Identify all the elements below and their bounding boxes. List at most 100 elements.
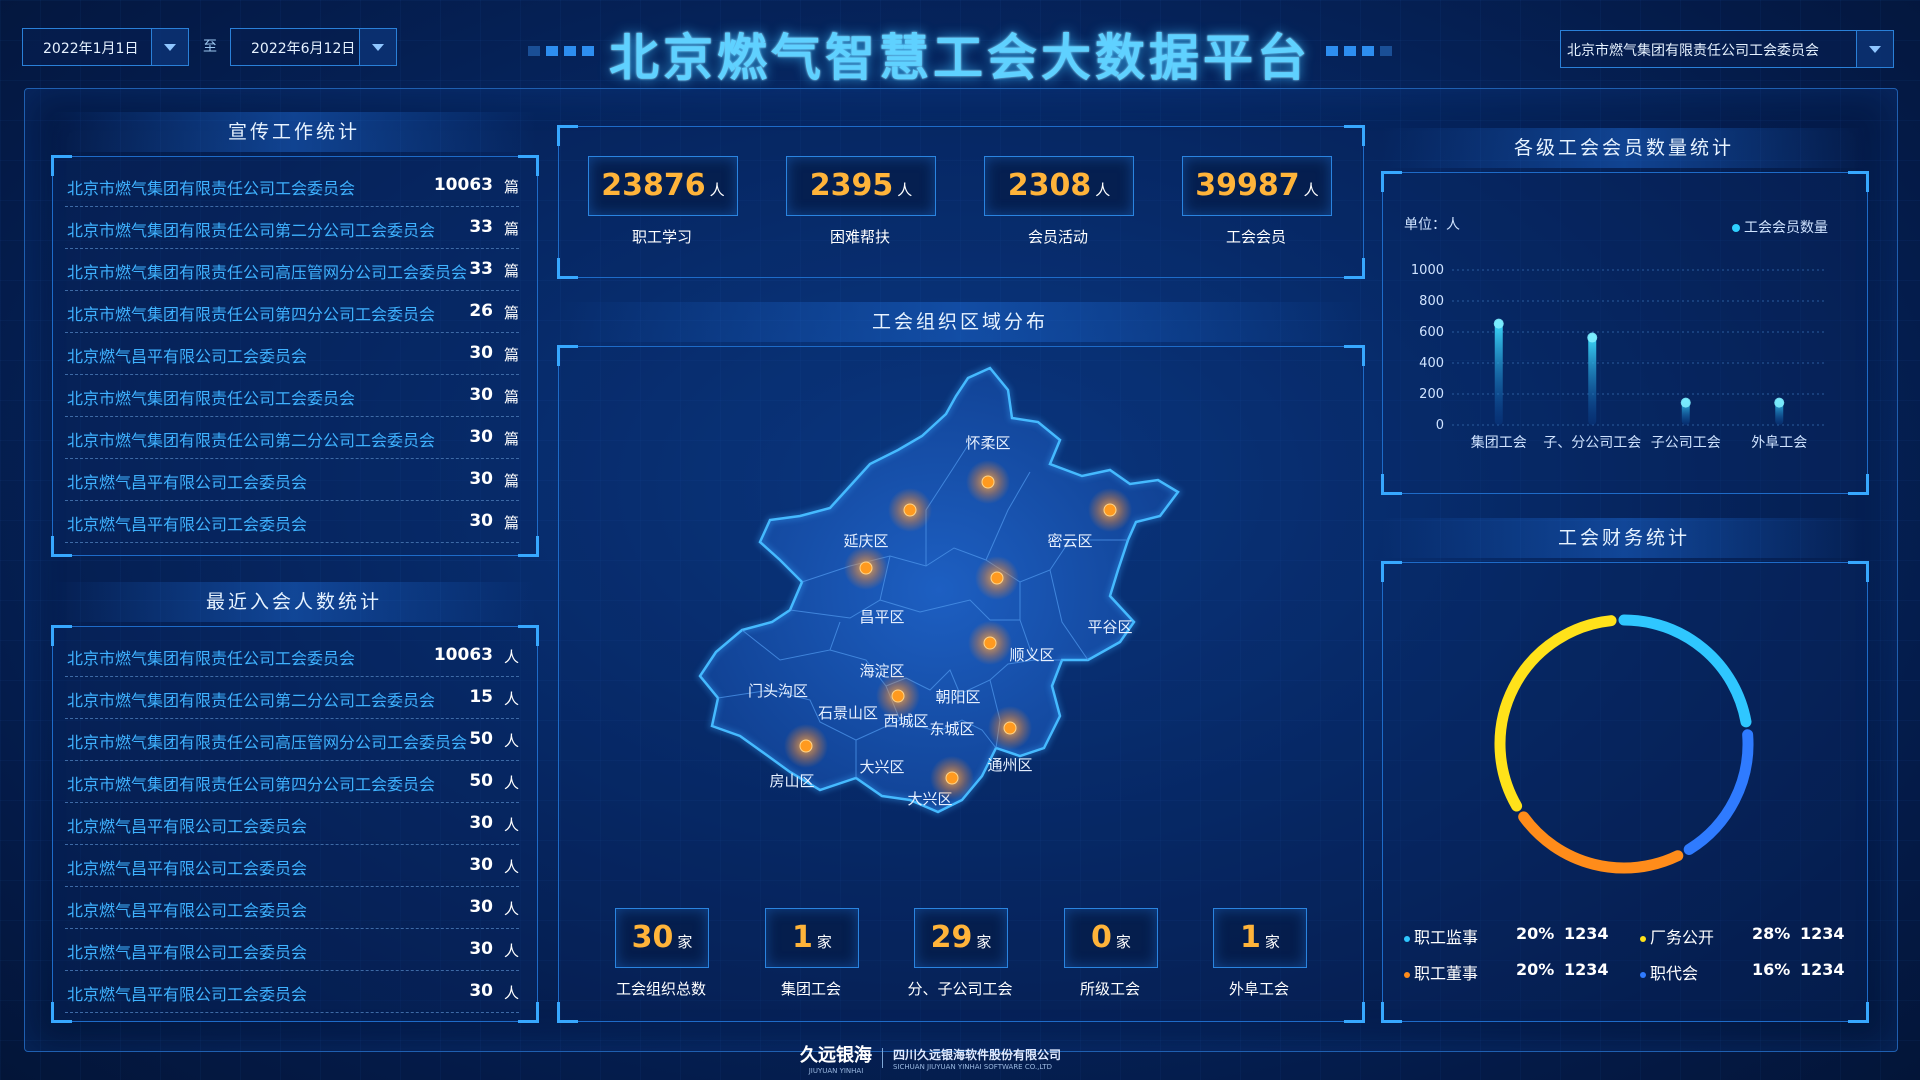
recent-members-row[interactable]: 北京市燃气集团有限责任公司工会委员会 10063 人 bbox=[65, 635, 519, 677]
finance-legend-pct: 20% bbox=[1516, 924, 1555, 943]
bar-cap-1 bbox=[1587, 332, 1598, 343]
map-marker[interactable] bbox=[1103, 503, 1117, 517]
map-marker[interactable] bbox=[983, 636, 997, 650]
recent-members-row[interactable]: 北京市燃气集团有限责任公司第二分公司工会委员会 15 人 bbox=[65, 677, 519, 719]
finance-legend-item[interactable]: 职工董事 20% 1234 bbox=[1404, 960, 1614, 983]
finance-legend-item[interactable]: 职工监事 20% 1234 bbox=[1404, 924, 1614, 947]
map-outline bbox=[698, 366, 1180, 814]
district-label[interactable]: 东城区 bbox=[929, 720, 974, 738]
org-stat-value: 1 bbox=[1240, 920, 1261, 955]
publicity-row[interactable]: 北京市燃气集团有限责任公司工会委员会 10063 篇 bbox=[65, 165, 519, 207]
map-marker[interactable] bbox=[859, 561, 873, 575]
publicity-row[interactable]: 北京市燃气集团有限责任公司第四分公司工会委员会 26 篇 bbox=[65, 291, 519, 333]
bar-cap-2 bbox=[1680, 397, 1691, 408]
publicity-row-name: 北京燃气昌平有限公司工会委员会 bbox=[67, 515, 308, 534]
org-stat-card[interactable]: 1家 bbox=[1213, 908, 1307, 968]
end-date-picker[interactable]: 2022年6月12日 bbox=[230, 28, 397, 66]
stat-card[interactable]: 2395 人 bbox=[786, 156, 936, 216]
member-chart-legend-label: 工会会员数量 bbox=[1744, 220, 1828, 236]
recent-members-row-value: 30 bbox=[469, 813, 493, 833]
org-stat-label: 工会组织总数 bbox=[615, 980, 706, 998]
publicity-row[interactable]: 北京燃气昌平有限公司工会委员会 30 篇 bbox=[65, 333, 519, 375]
stat-card[interactable]: 39987 人 bbox=[1182, 156, 1332, 216]
map-marker[interactable] bbox=[990, 571, 1004, 585]
district-label[interactable]: 石景山区 bbox=[818, 704, 878, 722]
bar-1[interactable] bbox=[1588, 333, 1597, 425]
stat-card[interactable]: 2308 人 bbox=[984, 156, 1134, 216]
org-stat-label: 外阜工会 bbox=[1228, 980, 1289, 998]
org-stat-card[interactable]: 0家 bbox=[1064, 908, 1158, 968]
ring-segment-2[interactable] bbox=[1518, 811, 1684, 874]
finance-legend-name: 职工董事 bbox=[1414, 964, 1479, 983]
publicity-row[interactable]: 北京市燃气集团有限责任公司工会委员会 30 篇 bbox=[65, 375, 519, 417]
recent-members-row-value: 30 bbox=[469, 897, 493, 917]
org-stat-card[interactable]: 30 家 bbox=[615, 908, 709, 968]
recent-members-row-unit: 人 bbox=[503, 648, 519, 666]
y-tick-label: 1000 bbox=[1411, 263, 1444, 278]
publicity-row[interactable]: 北京市燃气集团有限责任公司第二分公司工会委员会 33 篇 bbox=[65, 207, 519, 249]
beijing-district-map[interactable]: 怀柔区延庆区 密云区昌平区平谷区顺义区海淀区门头沟区 朝阳区石景山区 西城区 东城区房山… bbox=[690, 360, 1210, 880]
recent-members-row[interactable]: 北京市燃气集团有限责任公司第四分公司工会委员会 50 人 bbox=[65, 761, 519, 803]
map-marker[interactable] bbox=[903, 503, 917, 517]
recent-members-row[interactable]: 北京燃气昌平有限公司工会委员会 30 人 bbox=[65, 887, 519, 929]
member-chart-legend: 工会会员数量 bbox=[1732, 217, 1828, 237]
recent-members-row-name: 北京燃气昌平有限公司工会委员会 bbox=[67, 901, 308, 920]
publicity-row-unit: 篇 bbox=[503, 514, 519, 532]
ring-segment-0[interactable] bbox=[1618, 614, 1752, 728]
district-label[interactable]: 密云区 bbox=[1047, 532, 1092, 550]
org-stat-card[interactable]: 1家 bbox=[765, 908, 859, 968]
start-date-picker[interactable]: 2022年1月1日 bbox=[22, 28, 189, 66]
district-label[interactable]: 大兴区 bbox=[859, 758, 904, 776]
recent-members-row[interactable]: 北京燃气昌平有限公司工会委员会 30 人 bbox=[65, 803, 519, 845]
finance-legend-item[interactable]: 厂务公开 28% 1234 bbox=[1640, 924, 1850, 947]
map-marker[interactable] bbox=[981, 475, 995, 489]
publicity-row-name: 北京市燃气集团有限责任公司第四分公司工会委员会 bbox=[67, 305, 436, 324]
publicity-row-unit: 篇 bbox=[503, 220, 519, 238]
org-stat-label: 所级工会 bbox=[1079, 980, 1140, 998]
start-date-dropdown-button[interactable] bbox=[151, 29, 188, 65]
bar-0[interactable] bbox=[1494, 319, 1503, 425]
ring-segment-3[interactable] bbox=[1494, 615, 1617, 812]
district-label[interactable]: 怀柔区 bbox=[965, 434, 1010, 452]
publicity-row[interactable]: 北京燃气昌平有限公司工会委员会 30 篇 bbox=[65, 501, 519, 543]
district-label[interactable]: 通州区 bbox=[987, 756, 1032, 774]
district-label[interactable]: 昌平区 bbox=[859, 608, 904, 626]
finance-legend-item[interactable]: 职代会 16% 1234 bbox=[1640, 960, 1850, 983]
finance-legend-count: 1234 bbox=[1564, 960, 1609, 979]
recent-members-row-value: 10063 bbox=[433, 645, 493, 665]
map-marker[interactable] bbox=[891, 689, 905, 703]
map-marker[interactable] bbox=[1003, 721, 1017, 735]
recent-members-row[interactable]: 北京市燃气集团有限责任公司高压管网分公司工会委员会 50 人 bbox=[65, 719, 519, 761]
district-label[interactable]: 平谷区 bbox=[1087, 618, 1132, 636]
publicity-row-unit: 篇 bbox=[503, 472, 519, 490]
org-stat-card[interactable]: 29 家 bbox=[914, 908, 1008, 968]
recent-members-row[interactable]: 北京燃气昌平有限公司工会委员会 30 人 bbox=[65, 971, 519, 1013]
district-label[interactable]: 顺义区 bbox=[1009, 646, 1054, 664]
publicity-row-name: 北京市燃气集团有限责任公司第二分公司工会委员会 bbox=[67, 431, 436, 450]
recent-members-row-name: 北京燃气昌平有限公司工会委员会 bbox=[67, 817, 308, 836]
org-select-dropdown-button[interactable] bbox=[1856, 31, 1893, 67]
stat-card[interactable]: 23876 人 bbox=[588, 156, 738, 216]
map-marker[interactable] bbox=[799, 739, 813, 753]
title-deco-right bbox=[1326, 46, 1392, 56]
district-label[interactable]: 朝阳区 bbox=[935, 688, 980, 706]
publicity-row[interactable]: 北京燃气昌平有限公司工会委员会 30 篇 bbox=[65, 459, 519, 501]
map-marker[interactable] bbox=[945, 771, 959, 785]
member-chart-unit: 单位：人 bbox=[1404, 217, 1460, 233]
publicity-row-value: 30 bbox=[469, 343, 493, 363]
recent-members-row[interactable]: 北京燃气昌平有限公司工会委员会 30 人 bbox=[65, 929, 519, 971]
publicity-row-unit: 篇 bbox=[503, 304, 519, 322]
chevron-down-icon bbox=[372, 44, 384, 51]
stat-label: 工会会员 bbox=[1225, 228, 1286, 246]
recent-members-row[interactable]: 北京燃气昌平有限公司工会委员会 30 人 bbox=[65, 845, 519, 887]
publicity-row[interactable]: 北京市燃气集团有限责任公司高压管网分公司工会委员会 33 篇 bbox=[65, 249, 519, 291]
ring-segment-1[interactable] bbox=[1683, 729, 1754, 855]
stat-unit: 人 bbox=[1095, 181, 1111, 199]
finance-legend-name: 职代会 bbox=[1650, 964, 1699, 983]
district-label[interactable]: 房山区 bbox=[769, 772, 814, 790]
stat-unit: 人 bbox=[1303, 181, 1319, 199]
org-select[interactable]: 北京市燃气集团有限责任公司工会委员会 bbox=[1560, 30, 1894, 68]
publicity-row[interactable]: 北京市燃气集团有限责任公司第二分公司工会委员会 30 篇 bbox=[65, 417, 519, 459]
end-date-dropdown-button[interactable] bbox=[359, 29, 396, 65]
district-label[interactable]: 门头沟区 bbox=[748, 682, 808, 700]
